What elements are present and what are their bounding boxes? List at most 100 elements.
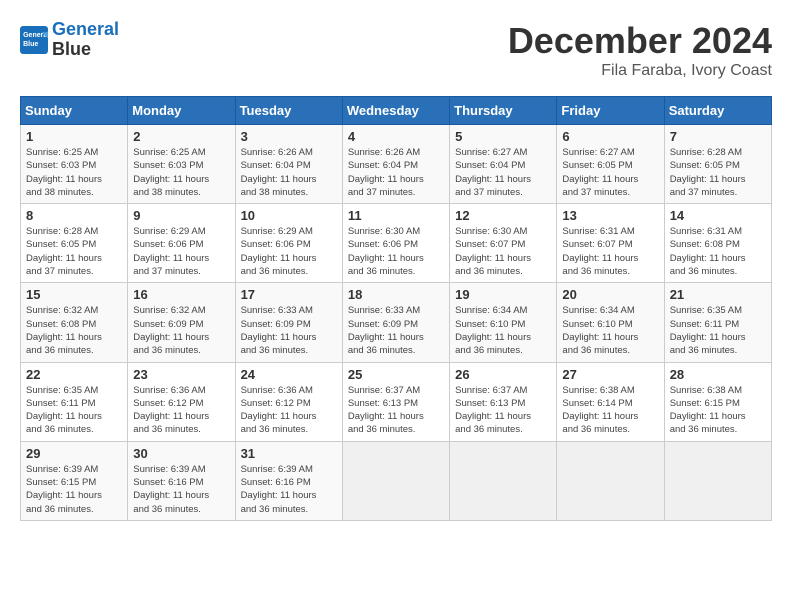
- calendar-cell: 16Sunrise: 6:32 AMSunset: 6:09 PMDayligh…: [128, 283, 235, 362]
- calendar-cell: 5 Sunrise: 6:27 AMSunset: 6:04 PMDaylight…: [450, 125, 557, 204]
- calendar-cell: 26 Sunrise: 6:37 AMSunset: 6:13 PMDayligh…: [450, 362, 557, 441]
- calendar-cell: [342, 441, 449, 520]
- calendar-cell: 20 Sunrise: 6:34 AMSunset: 6:10 PMDayligh…: [557, 283, 664, 362]
- day-info: Sunrise: 6:32 AMSunset: 6:08 PMDaylight:…: [26, 304, 122, 357]
- day-number: 14: [670, 208, 766, 223]
- day-info: Sunrise: 6:29 AMSunset: 6:06 PMDaylight:…: [133, 225, 229, 278]
- logo-icon: General Blue: [20, 26, 48, 54]
- day-number: 9: [133, 208, 229, 223]
- day-number: 13: [562, 208, 658, 223]
- day-number: 21: [670, 287, 766, 302]
- calendar-cell: 4 Sunrise: 6:26 AMSunset: 6:04 PMDaylight…: [342, 125, 449, 204]
- day-number: 18: [348, 287, 444, 302]
- calendar-cell: [664, 441, 771, 520]
- day-number: 8: [26, 208, 122, 223]
- weekday-header-thursday: Thursday: [450, 97, 557, 125]
- day-number: 2: [133, 129, 229, 144]
- page-header: General Blue GeneralBlue December 2024 F…: [20, 20, 772, 80]
- day-number: 30: [133, 446, 229, 461]
- day-number: 27: [562, 367, 658, 382]
- day-info: Sunrise: 6:25 AMSunset: 6:03 PMDaylight:…: [26, 146, 122, 199]
- day-info: Sunrise: 6:34 AMSunset: 6:10 PMDaylight:…: [455, 304, 551, 357]
- day-number: 4: [348, 129, 444, 144]
- calendar-cell: 25 Sunrise: 6:37 AMSunset: 6:13 PMDayligh…: [342, 362, 449, 441]
- day-info: Sunrise: 6:26 AMSunset: 6:04 PMDaylight:…: [348, 146, 444, 199]
- day-info: Sunrise: 6:39 AMSunset: 6:15 PMDaylight:…: [26, 463, 122, 516]
- day-info: Sunrise: 6:37 AMSunset: 6:13 PMDaylight:…: [455, 384, 551, 437]
- calendar-cell: 19 Sunrise: 6:34 AMSunset: 6:10 PMDayligh…: [450, 283, 557, 362]
- day-number: 7: [670, 129, 766, 144]
- calendar-week-row: 8 Sunrise: 6:28 AMSunset: 6:05 PMDaylight…: [21, 204, 772, 283]
- calendar-cell: 8 Sunrise: 6:28 AMSunset: 6:05 PMDaylight…: [21, 204, 128, 283]
- day-number: 15: [26, 287, 122, 302]
- day-number: 12: [455, 208, 551, 223]
- calendar-cell: 21 Sunrise: 6:35 AMSunset: 6:11 PMDayligh…: [664, 283, 771, 362]
- day-number: 20: [562, 287, 658, 302]
- calendar-cell: [450, 441, 557, 520]
- day-info: Sunrise: 6:31 AMSunset: 6:07 PMDaylight:…: [562, 225, 658, 278]
- day-info: Sunrise: 6:34 AMSunset: 6:10 PMDaylight:…: [562, 304, 658, 357]
- day-info: Sunrise: 6:35 AMSunset: 6:11 PMDaylight:…: [670, 304, 766, 357]
- day-info: Sunrise: 6:27 AMSunset: 6:05 PMDaylight:…: [562, 146, 658, 199]
- day-info: Sunrise: 6:28 AMSunset: 6:05 PMDaylight:…: [670, 146, 766, 199]
- weekday-header-wednesday: Wednesday: [342, 97, 449, 125]
- calendar-cell: 11Sunrise: 6:30 AMSunset: 6:06 PMDayligh…: [342, 204, 449, 283]
- calendar-cell: 27 Sunrise: 6:38 AMSunset: 6:14 PMDayligh…: [557, 362, 664, 441]
- day-number: 24: [241, 367, 337, 382]
- day-info: Sunrise: 6:33 AMSunset: 6:09 PMDaylight:…: [348, 304, 444, 357]
- day-number: 1: [26, 129, 122, 144]
- logo: General Blue GeneralBlue: [20, 20, 119, 60]
- weekday-header-tuesday: Tuesday: [235, 97, 342, 125]
- day-number: 26: [455, 367, 551, 382]
- calendar-cell: 1 Sunrise: 6:25 AMSunset: 6:03 PMDaylight…: [21, 125, 128, 204]
- calendar-cell: 3 Sunrise: 6:26 AMSunset: 6:04 PMDaylight…: [235, 125, 342, 204]
- calendar-cell: 2 Sunrise: 6:25 AMSunset: 6:03 PMDaylight…: [128, 125, 235, 204]
- day-number: 17: [241, 287, 337, 302]
- weekday-header-friday: Friday: [557, 97, 664, 125]
- day-info: Sunrise: 6:38 AMSunset: 6:14 PMDaylight:…: [562, 384, 658, 437]
- day-number: 31: [241, 446, 337, 461]
- calendar-cell: 24Sunrise: 6:36 AMSunset: 6:12 PMDayligh…: [235, 362, 342, 441]
- day-info: Sunrise: 6:39 AMSunset: 6:16 PMDaylight:…: [133, 463, 229, 516]
- calendar-cell: 31Sunrise: 6:39 AMSunset: 6:16 PMDayligh…: [235, 441, 342, 520]
- day-info: Sunrise: 6:35 AMSunset: 6:11 PMDaylight:…: [26, 384, 122, 437]
- calendar-cell: 9 Sunrise: 6:29 AMSunset: 6:06 PMDaylight…: [128, 204, 235, 283]
- day-info: Sunrise: 6:28 AMSunset: 6:05 PMDaylight:…: [26, 225, 122, 278]
- day-number: 28: [670, 367, 766, 382]
- calendar-cell: 18 Sunrise: 6:33 AMSunset: 6:09 PMDayligh…: [342, 283, 449, 362]
- weekday-header-saturday: Saturday: [664, 97, 771, 125]
- calendar-cell: 23Sunrise: 6:36 AMSunset: 6:12 PMDayligh…: [128, 362, 235, 441]
- day-info: Sunrise: 6:27 AMSunset: 6:04 PMDaylight:…: [455, 146, 551, 199]
- calendar-cell: 14 Sunrise: 6:31 AMSunset: 6:08 PMDayligh…: [664, 204, 771, 283]
- calendar-cell: 12Sunrise: 6:30 AMSunset: 6:07 PMDayligh…: [450, 204, 557, 283]
- day-number: 25: [348, 367, 444, 382]
- calendar-cell: 15 Sunrise: 6:32 AMSunset: 6:08 PMDayligh…: [21, 283, 128, 362]
- svg-text:Blue: Blue: [23, 41, 38, 48]
- day-number: 19: [455, 287, 551, 302]
- day-number: 5: [455, 129, 551, 144]
- day-info: Sunrise: 6:36 AMSunset: 6:12 PMDaylight:…: [133, 384, 229, 437]
- calendar-cell: 29 Sunrise: 6:39 AMSunset: 6:15 PMDayligh…: [21, 441, 128, 520]
- day-number: 16: [133, 287, 229, 302]
- title-block: December 2024 Fila Faraba, Ivory Coast: [508, 20, 772, 80]
- calendar-cell: 22 Sunrise: 6:35 AMSunset: 6:11 PMDayligh…: [21, 362, 128, 441]
- weekday-header-row: SundayMondayTuesdayWednesdayThursdayFrid…: [21, 97, 772, 125]
- calendar-cell: 28Sunrise: 6:38 AMSunset: 6:15 PMDayligh…: [664, 362, 771, 441]
- day-number: 29: [26, 446, 122, 461]
- calendar-week-row: 22 Sunrise: 6:35 AMSunset: 6:11 PMDayligh…: [21, 362, 772, 441]
- day-info: Sunrise: 6:33 AMSunset: 6:09 PMDaylight:…: [241, 304, 337, 357]
- day-info: Sunrise: 6:25 AMSunset: 6:03 PMDaylight:…: [133, 146, 229, 199]
- calendar-cell: 17 Sunrise: 6:33 AMSunset: 6:09 PMDayligh…: [235, 283, 342, 362]
- day-info: Sunrise: 6:26 AMSunset: 6:04 PMDaylight:…: [241, 146, 337, 199]
- day-info: Sunrise: 6:29 AMSunset: 6:06 PMDaylight:…: [241, 225, 337, 278]
- day-info: Sunrise: 6:37 AMSunset: 6:13 PMDaylight:…: [348, 384, 444, 437]
- calendar-cell: 10Sunrise: 6:29 AMSunset: 6:06 PMDayligh…: [235, 204, 342, 283]
- day-number: 22: [26, 367, 122, 382]
- calendar-cell: 7 Sunrise: 6:28 AMSunset: 6:05 PMDaylight…: [664, 125, 771, 204]
- calendar-week-row: 15 Sunrise: 6:32 AMSunset: 6:08 PMDayligh…: [21, 283, 772, 362]
- day-number: 3: [241, 129, 337, 144]
- day-number: 6: [562, 129, 658, 144]
- logo-text: GeneralBlue: [52, 20, 119, 60]
- day-number: 11: [348, 208, 444, 223]
- day-info: Sunrise: 6:31 AMSunset: 6:08 PMDaylight:…: [670, 225, 766, 278]
